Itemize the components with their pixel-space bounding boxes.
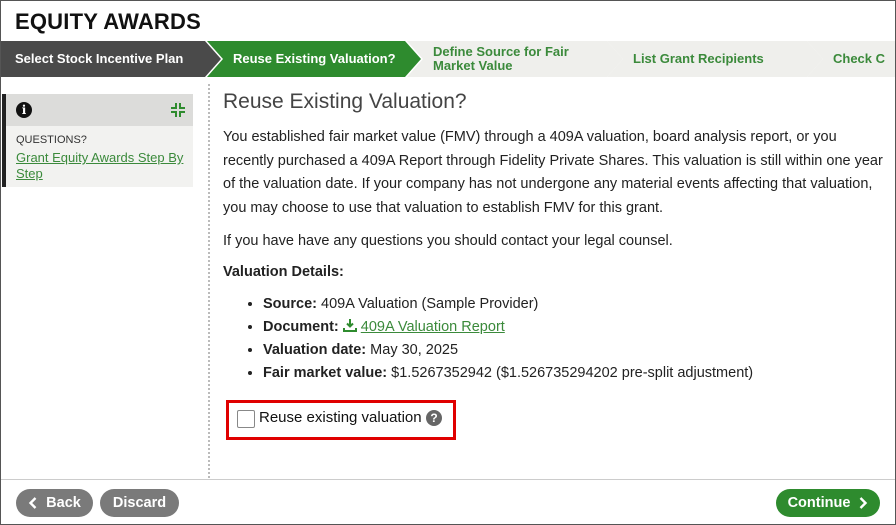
reuse-valuation-checkbox[interactable] [237, 410, 255, 428]
back-button-label: Back [46, 495, 81, 511]
discard-button-label: Discard [112, 495, 167, 511]
step-select-stock-incentive-plan[interactable]: Select Stock Incentive Plan [1, 41, 223, 77]
fmv-value: $1.5267352942 ($1.526735294202 pre-split… [391, 364, 754, 381]
valuation-details-list: Source: 409A Valuation (Sample Provider)… [223, 293, 883, 385]
document-link-text: 409A Valuation Report [360, 318, 505, 335]
collapse-icon[interactable] [170, 102, 186, 118]
continue-button[interactable]: Continue [776, 489, 880, 517]
source-value: 409A Valuation (Sample Provider) [321, 295, 539, 312]
step-label: Check C [833, 51, 886, 66]
info-icon: i [16, 102, 32, 118]
intro-paragraph: You established fair market value (FMV) … [223, 129, 883, 216]
discard-button[interactable]: Discard [100, 489, 179, 517]
app-title: EQUITY AWARDS [15, 9, 201, 34]
valuation-details-heading: Valuation Details: [223, 263, 344, 280]
list-item: Document: 409A Valuation Report [263, 316, 883, 339]
help-link-step-by-step[interactable]: Grant Equity Awards Step By Step [16, 150, 191, 182]
step-check[interactable]: Check C [807, 41, 895, 77]
help-panel: i QUESTIONS? Grant Equity Awards Step By… [2, 94, 193, 187]
panel-divider [208, 84, 210, 478]
document-download-link[interactable]: 409A Valuation Report [342, 318, 505, 335]
chevron-left-icon [28, 497, 37, 509]
source-label: Source: [263, 295, 317, 312]
step-label: Reuse Existing Valuation? [233, 51, 396, 66]
progress-stepper: Select Stock Incentive Plan Reuse Existi… [1, 41, 895, 77]
chevron-right-icon [860, 497, 868, 509]
questions-label: QUESTIONS? [16, 134, 87, 146]
valuation-date-value: May 30, 2025 [370, 341, 459, 358]
list-item: Source: 409A Valuation (Sample Provider) [263, 293, 883, 316]
legal-note: If you have have any questions you shoul… [223, 233, 673, 249]
step-reuse-existing-valuation[interactable]: Reuse Existing Valuation? [207, 41, 423, 77]
step-label: List Grant Recipients [633, 51, 764, 66]
step-define-source-fmv[interactable]: Define Source for Fair Market Value [407, 41, 625, 77]
page-title: Reuse Existing Valuation? [223, 90, 467, 113]
list-item: Fair market value: $1.5267352942 ($1.526… [263, 362, 883, 385]
main-content: Reuse Existing Valuation? You establishe… [223, 90, 883, 385]
reuse-valuation-label[interactable]: Reuse existing valuation [259, 409, 422, 426]
back-button[interactable]: Back [16, 489, 93, 517]
help-panel-header: i [6, 94, 193, 126]
document-label: Document: [263, 318, 339, 335]
valuation-date-label: Valuation date: [263, 341, 367, 358]
step-label: Select Stock Incentive Plan [15, 51, 184, 66]
list-item: Valuation date: May 30, 2025 [263, 339, 883, 362]
download-icon [342, 318, 357, 332]
step-label: Define Source for Fair Market Value [433, 44, 569, 73]
fmv-label: Fair market value: [263, 364, 388, 381]
help-icon[interactable]: ? [426, 410, 442, 426]
step-list-grant-recipients[interactable]: List Grant Recipients [607, 41, 825, 77]
continue-button-label: Continue [787, 495, 851, 511]
footer-divider [1, 479, 895, 480]
